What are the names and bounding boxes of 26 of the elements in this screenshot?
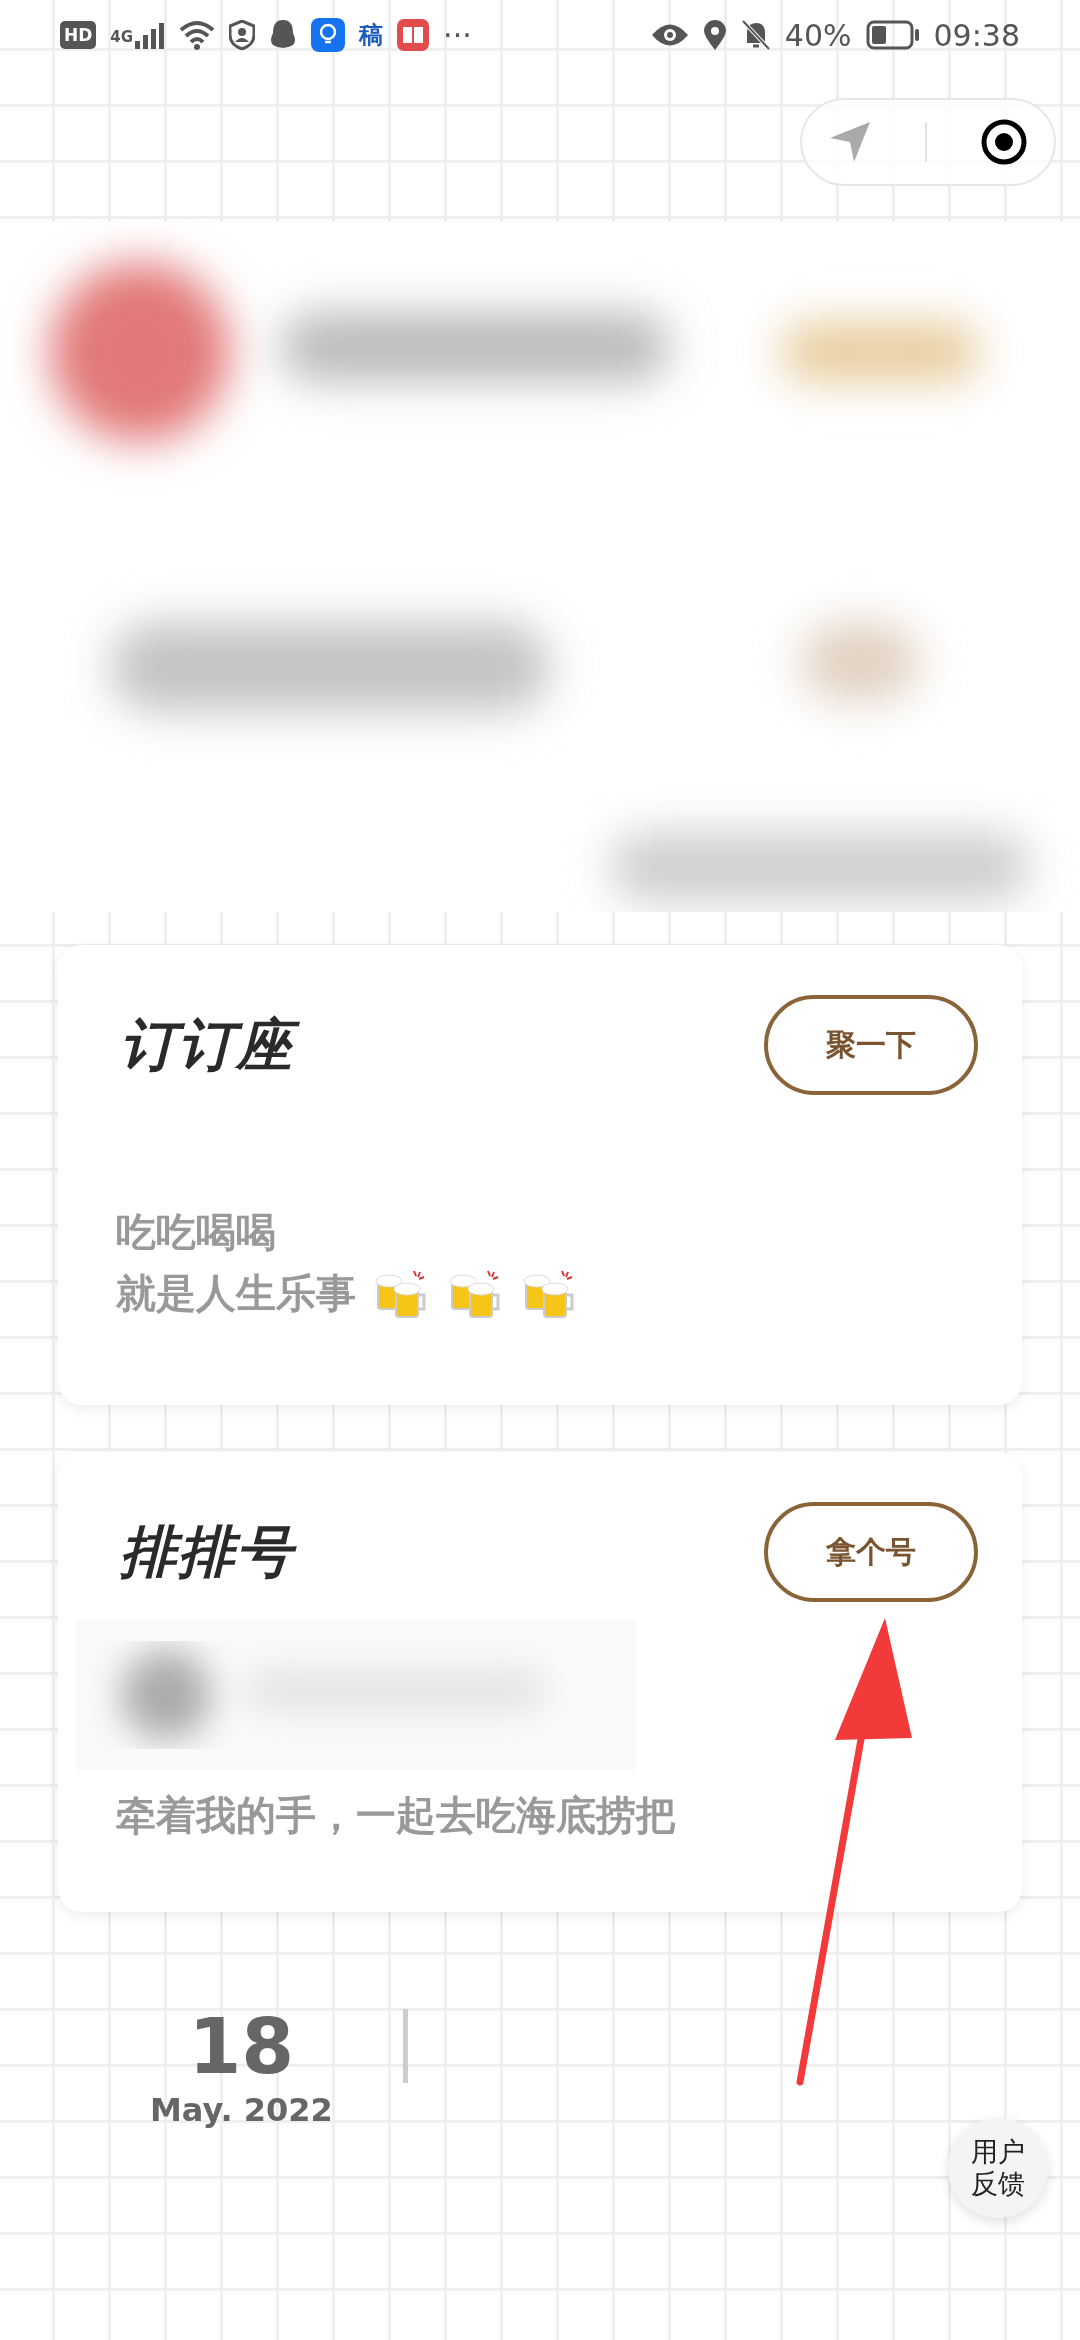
lightbulb-app-icon bbox=[311, 18, 346, 52]
action-button[interactable]: 拿个号 bbox=[764, 1502, 978, 1602]
wifi-icon bbox=[179, 20, 216, 50]
date-month-year: May. 2022 bbox=[150, 2091, 333, 2129]
location-icon bbox=[702, 19, 727, 51]
eye-icon bbox=[650, 22, 689, 48]
card-description: 就是人生乐事 bbox=[116, 1269, 356, 1318]
network-label: 4G bbox=[110, 27, 134, 46]
more-indicator: ··· bbox=[443, 17, 472, 53]
shield-icon bbox=[229, 20, 256, 50]
action-button[interactable]: 聚一下 bbox=[764, 995, 978, 1095]
card-title: 订订座 bbox=[116, 1005, 308, 1085]
clock: 09:38 bbox=[933, 17, 1020, 53]
muted-bell-icon bbox=[740, 19, 771, 51]
date-day: 18 bbox=[188, 2002, 295, 2091]
app-label: 稿 bbox=[359, 20, 384, 51]
feedback-button[interactable]: 用户反馈 bbox=[948, 2118, 1048, 2218]
battery-icon bbox=[865, 20, 920, 50]
card-title: 排排号 bbox=[116, 1512, 308, 1592]
hd-icon: HD bbox=[60, 21, 97, 49]
book-app-icon bbox=[397, 19, 430, 51]
card-description: 牵着我的手，一起去吃海底捞把 bbox=[116, 1791, 676, 1840]
signal-icon bbox=[135, 21, 166, 49]
card-description: 吃吃喝喝 bbox=[116, 1208, 276, 1257]
battery-percent: 40% bbox=[784, 17, 852, 53]
target-icon[interactable] bbox=[979, 118, 1028, 166]
